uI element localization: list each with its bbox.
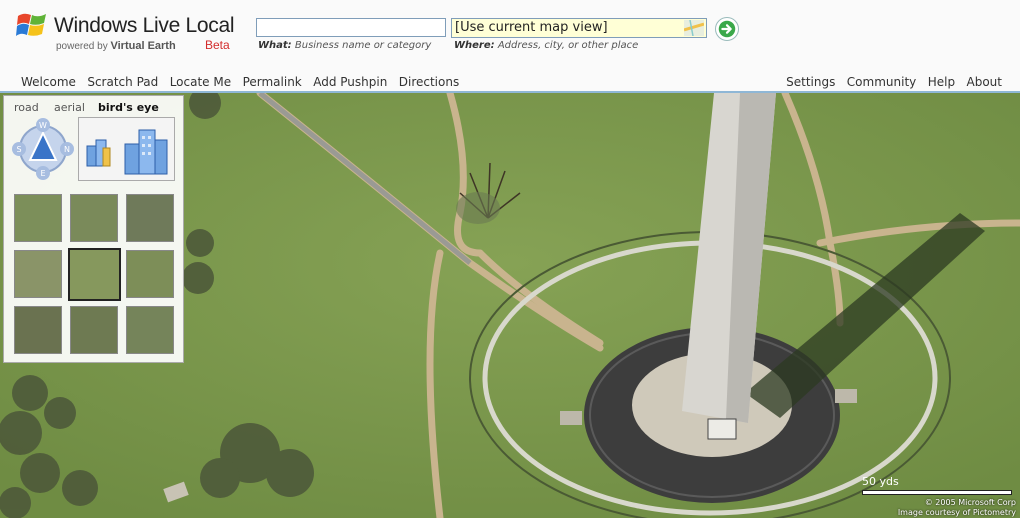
what-search-input[interactable] xyxy=(256,18,446,37)
powered-by-label: powered by Virtual Earth xyxy=(56,40,176,52)
go-search-button[interactable] xyxy=(715,17,739,41)
app-title: Windows Live Local xyxy=(54,14,235,37)
scale-bar xyxy=(862,490,1012,495)
zoom-level-box xyxy=(78,117,175,181)
nav-about[interactable]: About xyxy=(967,75,1002,89)
copyright-line-2: Image courtesy of Pictometry xyxy=(897,508,1016,517)
nav-help[interactable]: Help xyxy=(928,75,955,89)
brand-text: Virtual Earth xyxy=(110,40,176,52)
where-search-input[interactable]: [Use current map view] xyxy=(451,18,707,38)
windows-flag-icon xyxy=(16,13,46,36)
beta-badge: Beta xyxy=(205,38,230,52)
nav-thumb-nw[interactable] xyxy=(14,194,62,242)
view-tab-birds-eye[interactable]: bird's eye xyxy=(98,101,159,114)
what-hint: What: Business name or category xyxy=(258,40,431,51)
nav-settings[interactable]: Settings xyxy=(786,75,835,89)
nav-thumb-ne[interactable] xyxy=(126,194,174,242)
nav-thumb-s[interactable] xyxy=(70,306,118,354)
compass-rotate-control[interactable]: W S N E xyxy=(12,118,74,180)
nav-left: Welcome Scratch Pad Locate Me Permalink … xyxy=(21,75,459,89)
what-label: What: xyxy=(258,40,292,51)
copyright-line-1: © 2005 Microsoft Corp xyxy=(924,498,1016,507)
view-tab-road[interactable]: road xyxy=(14,101,39,114)
zoom-out-buildings-icon[interactable] xyxy=(83,134,113,168)
nav-community[interactable]: Community xyxy=(847,75,916,89)
nav-add-pushpin[interactable]: Add Pushpin xyxy=(313,75,387,89)
nav-right: Settings Community Help About xyxy=(786,75,1002,89)
nav-thumb-n[interactable] xyxy=(70,194,118,242)
compass-n: N xyxy=(64,145,70,154)
view-tab-aerial[interactable]: aerial xyxy=(54,101,85,114)
nav-thumb-center[interactable] xyxy=(68,248,121,301)
header-bar: Windows Live Local powered by Virtual Ea… xyxy=(0,0,1020,93)
nav-thumb-sw[interactable] xyxy=(14,306,62,354)
nav-welcome[interactable]: Welcome xyxy=(21,75,76,89)
nav-locate-me[interactable]: Locate Me xyxy=(170,75,231,89)
nav-directions[interactable]: Directions xyxy=(399,75,459,89)
nav-thumb-e[interactable] xyxy=(126,250,174,298)
compass-s: S xyxy=(16,145,21,154)
nav-permalink[interactable]: Permalink xyxy=(243,75,302,89)
compass-e: E xyxy=(40,169,45,178)
where-label: Where: xyxy=(454,40,495,51)
where-hint-text: Address, city, or other place xyxy=(497,40,639,51)
zoom-in-buildings-icon[interactable] xyxy=(123,124,169,176)
view-control-panel: road aerial bird's eye W S N E xyxy=(3,95,184,363)
nav-thumb-w[interactable] xyxy=(14,250,62,298)
compass-w: W xyxy=(39,121,47,130)
what-hint-text: Business name or category xyxy=(294,40,432,51)
powered-by-text: powered by xyxy=(56,41,108,52)
where-hint: Where: Address, city, or other place xyxy=(454,40,638,51)
map-view-icon xyxy=(684,20,704,36)
nav-thumb-se[interactable] xyxy=(126,306,174,354)
scale-label: 50 yds xyxy=(862,475,899,488)
nav-scratch-pad[interactable]: Scratch Pad xyxy=(87,75,158,89)
